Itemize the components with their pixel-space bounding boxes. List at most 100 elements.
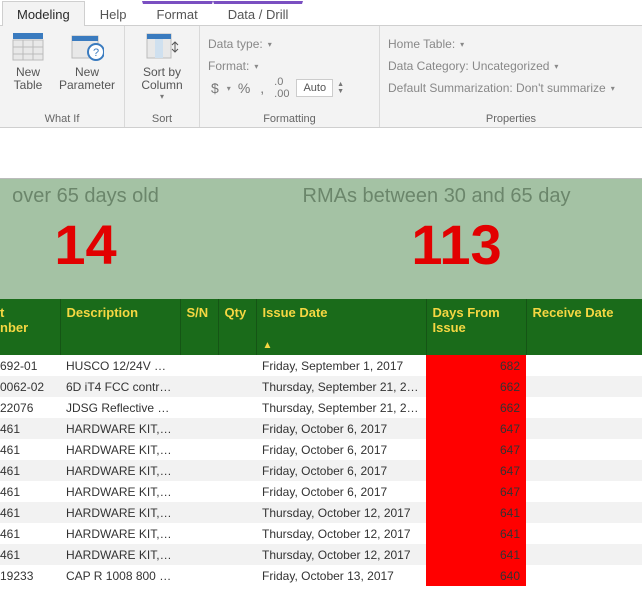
comma-button[interactable]: , — [257, 80, 267, 96]
kpi-right[interactable]: RMAs between 30 and 65 day 113 — [271, 179, 642, 299]
cell-sn — [180, 502, 218, 523]
format-tool-row: $▾ % , .0.00 Auto ▲▼ — [208, 78, 371, 98]
btn-new-table-label: NewTable — [14, 66, 43, 92]
cell-receive — [526, 439, 642, 460]
cell-number: 461 — [0, 439, 60, 460]
hometable-row[interactable]: Home Table: ▾ — [388, 34, 634, 54]
datatype-row[interactable]: Data type: ▾ — [208, 34, 371, 54]
col-days-from-issue[interactable]: Days From Issue — [426, 299, 526, 355]
cell-issue: Thursday, September 21, 2017 — [256, 397, 426, 418]
col-issue-date[interactable]: Issue Date▲ — [256, 299, 426, 355]
table-row[interactable]: 461HARDWARE KIT, SF...Friday, October 6,… — [0, 439, 642, 460]
canvas-gap — [0, 128, 642, 178]
table-row[interactable]: 461HARDWARE KIT, SF...Thursday, October … — [0, 523, 642, 544]
cell-receive — [526, 418, 642, 439]
currency-button[interactable]: $ — [208, 80, 222, 96]
table-row[interactable]: 0062-026D iT4 FCC controll...Thursday, S… — [0, 376, 642, 397]
cell-description: CAP R 1008 800 10 ... — [60, 565, 180, 586]
sort-asc-icon: ▲ — [263, 340, 273, 351]
cell-issue: Thursday, October 12, 2017 — [256, 502, 426, 523]
btn-new-table[interactable]: NewTable — [8, 30, 48, 92]
kpi-right-title: RMAs between 30 and 65 day — [231, 185, 642, 208]
svg-text:?: ? — [93, 47, 99, 59]
cell-days: 647 — [426, 418, 526, 439]
cell-description: HARDWARE KIT, SF... — [60, 523, 180, 544]
sort-icon — [145, 30, 179, 64]
decimal-button[interactable]: .0.00 — [271, 76, 292, 100]
cell-sn — [180, 397, 218, 418]
col-sn[interactable]: S/N — [180, 299, 218, 355]
cell-days: 662 — [426, 397, 526, 418]
cell-qty — [218, 439, 256, 460]
cell-issue: Thursday, September 21, 2017 — [256, 376, 426, 397]
cell-number: 461 — [0, 460, 60, 481]
chevron-down-icon: ▾ — [610, 84, 615, 93]
table-row[interactable]: 461HARDWARE KIT, SF...Friday, October 6,… — [0, 481, 642, 502]
tab-format[interactable]: Format — [142, 1, 213, 26]
tab-datadrill[interactable]: Data / Drill — [213, 1, 304, 26]
cell-days: 641 — [426, 544, 526, 565]
percent-button[interactable]: % — [235, 80, 253, 96]
report-canvas: over 65 days old 14 RMAs between 30 and … — [0, 178, 642, 586]
btn-sort-by-column[interactable]: Sort byColumn ▾ — [133, 30, 191, 101]
col-number[interactable]: tnber — [0, 299, 60, 355]
table-row[interactable]: 461HARDWARE KIT, SF...Friday, October 6,… — [0, 418, 642, 439]
cell-qty — [218, 502, 256, 523]
group-formatting: Data type: ▾ Format: ▾ $▾ % , .0.00 Auto… — [200, 26, 380, 127]
table-row[interactable]: 19233CAP R 1008 800 10 ...Friday, Octobe… — [0, 565, 642, 586]
tab-help[interactable]: Help — [85, 1, 142, 26]
cell-sn — [180, 418, 218, 439]
tab-modeling[interactable]: Modeling — [2, 1, 85, 26]
cell-number: 461 — [0, 544, 60, 565]
cell-issue: Friday, October 13, 2017 — [256, 565, 426, 586]
table-row[interactable]: 22076JDSG Reflective Sen...Thursday, Sep… — [0, 397, 642, 418]
cell-receive — [526, 544, 642, 565]
cell-receive — [526, 502, 642, 523]
group-whatif: NewTable ? NewParameter What If — [0, 26, 125, 127]
cell-sn — [180, 355, 218, 376]
table-row[interactable]: 461HARDWARE KIT, SF...Thursday, October … — [0, 544, 642, 565]
cell-qty — [218, 460, 256, 481]
cell-qty — [218, 418, 256, 439]
chevron-down-icon: ▾ — [160, 92, 164, 101]
btn-new-parameter[interactable]: ? NewParameter — [58, 30, 116, 92]
cell-issue: Friday, October 6, 2017 — [256, 439, 426, 460]
table-row[interactable]: 461HARDWARE KIT, SF...Friday, October 6,… — [0, 460, 642, 481]
table-header-row: tnber Description S/N Qty Issue Date▲ Da… — [0, 299, 642, 355]
kpi-left-value: 14 — [0, 214, 271, 276]
cell-description: JDSG Reflective Sen... — [60, 397, 180, 418]
summarization-row[interactable]: Default Summarization: Don't summarize ▾ — [388, 78, 634, 98]
group-properties: Home Table: ▾ Data Category: Uncategoriz… — [380, 26, 642, 127]
summarization-label: Default Summarization: Don't summarize — [388, 81, 606, 95]
datacategory-row[interactable]: Data Category: Uncategorized ▾ — [388, 56, 634, 76]
cell-issue: Friday, October 6, 2017 — [256, 460, 426, 481]
cell-description: HUSCO 12/24V HVC — [60, 355, 180, 376]
col-qty[interactable]: Qty — [218, 299, 256, 355]
col-description[interactable]: Description — [60, 299, 180, 355]
cell-qty — [218, 355, 256, 376]
cell-days: 647 — [426, 439, 526, 460]
decimal-stepper[interactable]: ▲▼ — [337, 81, 344, 95]
cell-days: 641 — [426, 523, 526, 544]
group-formatting-label: Formatting — [208, 111, 371, 125]
cell-number: 461 — [0, 481, 60, 502]
chevron-down-icon: ▾ — [267, 40, 272, 49]
cell-sn — [180, 376, 218, 397]
table-row[interactable]: 461HARDWARE KIT, SF...Thursday, October … — [0, 502, 642, 523]
decimal-auto[interactable]: Auto — [296, 79, 333, 97]
table-row[interactable]: 692-01HUSCO 12/24V HVCFriday, September … — [0, 355, 642, 376]
cell-issue: Friday, October 6, 2017 — [256, 481, 426, 502]
cell-sn — [180, 523, 218, 544]
cell-receive — [526, 481, 642, 502]
cell-description: HARDWARE KIT, SF... — [60, 544, 180, 565]
data-table[interactable]: tnber Description S/N Qty Issue Date▲ Da… — [0, 299, 642, 586]
cell-issue: Friday, September 1, 2017 — [256, 355, 426, 376]
group-properties-label: Properties — [388, 111, 634, 125]
col-receive-date[interactable]: Receive Date — [526, 299, 642, 355]
format-row[interactable]: Format: ▾ — [208, 56, 371, 76]
cell-days: 682 — [426, 355, 526, 376]
cell-number: 0062-02 — [0, 376, 60, 397]
format-label: Format: — [208, 59, 249, 73]
group-sort: Sort byColumn ▾ Sort — [125, 26, 200, 127]
kpi-band: over 65 days old 14 RMAs between 30 and … — [0, 179, 642, 299]
